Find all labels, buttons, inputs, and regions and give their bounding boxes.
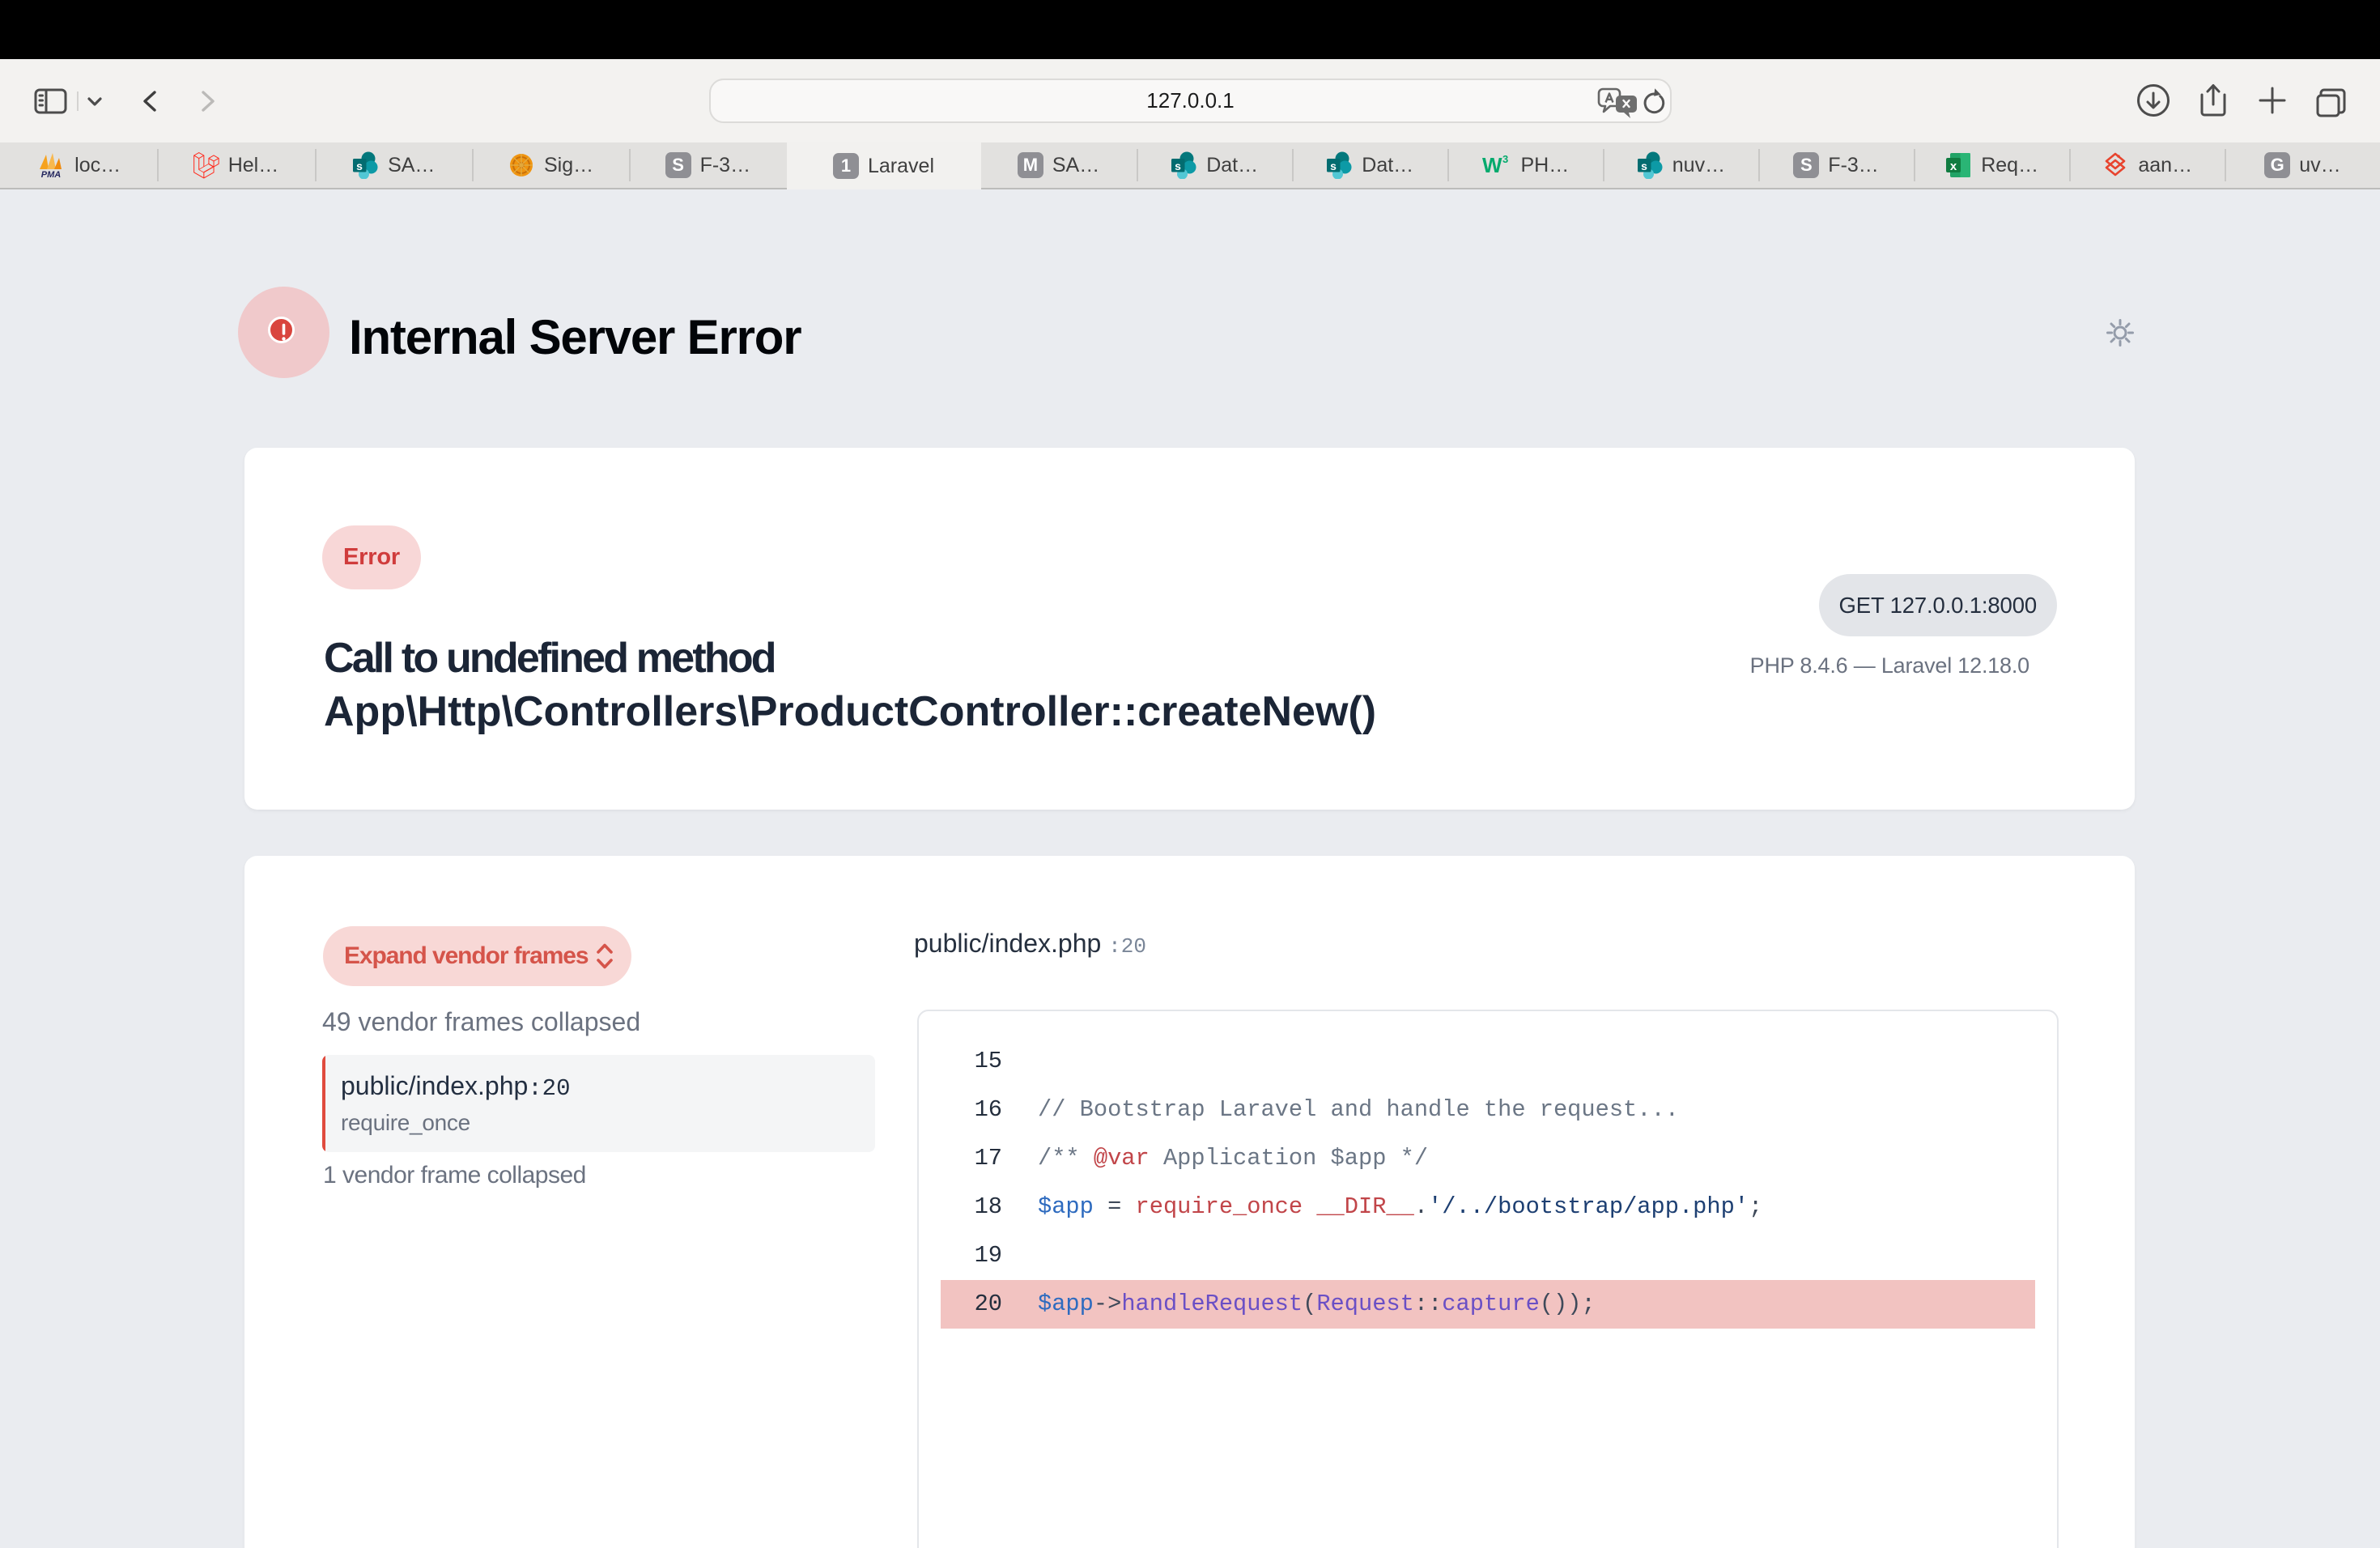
svg-text:s: s bbox=[1175, 159, 1181, 172]
svg-text:3: 3 bbox=[1502, 153, 1508, 165]
svg-text:PMA: PMA bbox=[41, 170, 62, 179]
svg-text:s: s bbox=[1330, 159, 1337, 172]
svg-text:s: s bbox=[356, 159, 363, 172]
svg-text:x: x bbox=[1950, 159, 1957, 173]
svg-text:W: W bbox=[1482, 153, 1502, 177]
svg-text:s: s bbox=[1641, 159, 1647, 172]
